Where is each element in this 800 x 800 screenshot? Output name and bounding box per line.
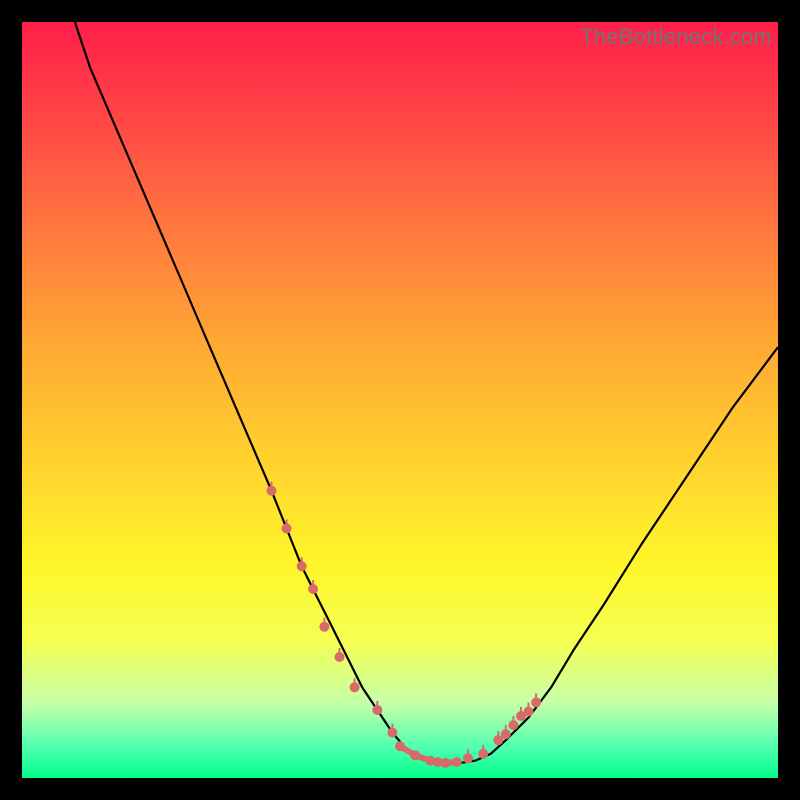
data-point-tick <box>391 724 393 730</box>
valley-segment <box>445 762 456 763</box>
data-point-tick <box>535 693 537 699</box>
data-point-tick <box>497 731 499 737</box>
data-point-tick <box>520 707 522 713</box>
data-point-tick <box>301 557 303 563</box>
data-point-tick <box>271 482 273 488</box>
data-point-tick <box>354 678 356 684</box>
bottleneck-curve <box>75 22 778 763</box>
data-point-tick <box>286 520 288 526</box>
data-point-tick <box>467 749 469 755</box>
data-point-tick <box>323 618 325 624</box>
data-point-tick <box>339 648 341 654</box>
data-markers <box>267 482 542 768</box>
data-point-tick <box>376 701 378 707</box>
data-point-tick <box>505 725 507 731</box>
data-point-tick <box>512 716 514 722</box>
plot-area: TheBottleneck.com <box>22 22 778 778</box>
data-point-tick <box>482 745 484 751</box>
data-point-tick <box>312 580 314 586</box>
data-point-tick <box>528 703 530 709</box>
chart-svg <box>22 22 778 778</box>
